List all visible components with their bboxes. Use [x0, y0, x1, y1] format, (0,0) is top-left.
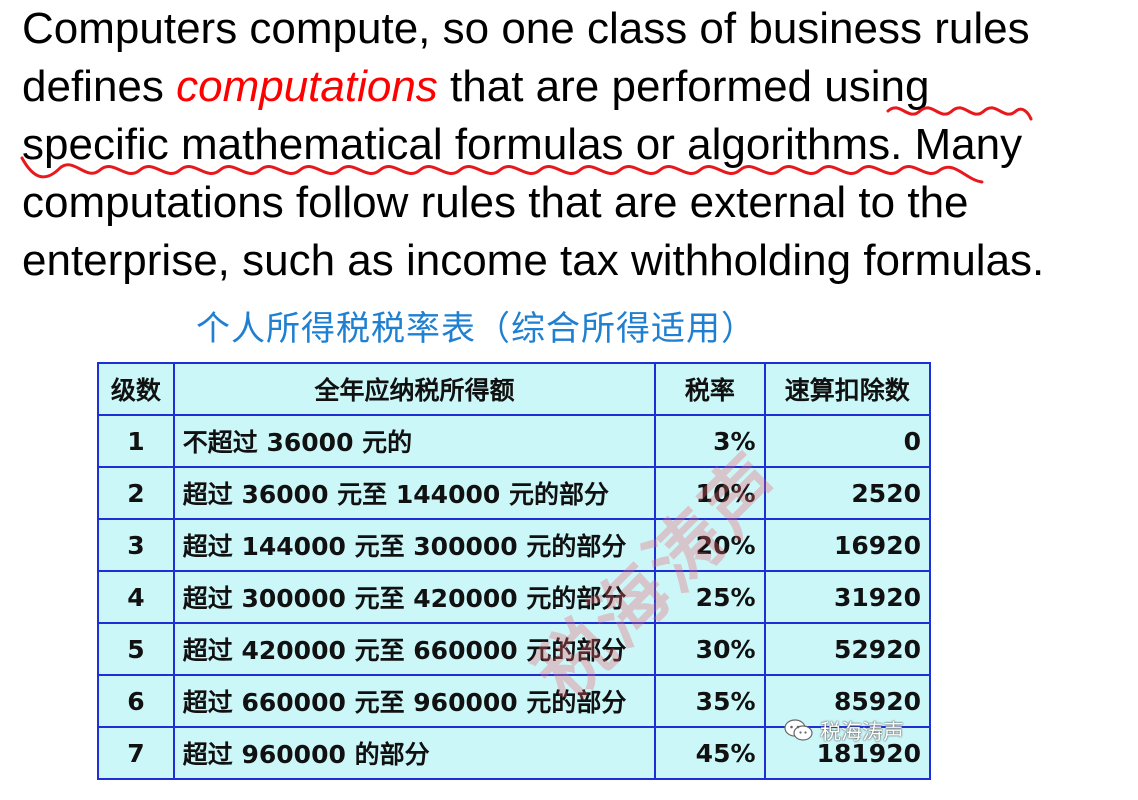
header-tax-rate: 税率	[654, 362, 766, 416]
cell-rate: 30%	[654, 622, 766, 676]
cell-level: 7	[97, 726, 175, 780]
cell-rate: 35%	[654, 674, 766, 728]
cell-level: 1	[97, 414, 175, 468]
cell-income-range: 超过 300000 元至 420000 元的部分	[172, 570, 657, 624]
cell-rate: 3%	[654, 414, 766, 468]
cell-rate: 45%	[654, 726, 766, 780]
table-row: 1 不超过 36000 元的 3% 0	[97, 414, 932, 468]
cell-income-range: 超过 36000 元至 144000 元的部分	[172, 466, 657, 520]
cell-deduction: 31920	[763, 570, 932, 624]
paragraph-line-3: specific mathematical formulas or algori…	[22, 120, 1023, 169]
cell-income-range: 超过 420000 元至 660000 元的部分	[172, 622, 657, 676]
cell-rate: 20%	[654, 518, 766, 572]
computations-emphasis: computations	[176, 62, 438, 111]
header-taxable-income: 全年应纳税所得额	[172, 362, 657, 416]
cell-deduction: 2520	[763, 466, 932, 520]
paragraph-line-2-end: that are performed using	[437, 62, 930, 111]
table-header-row: 级数 全年应纳税所得额 税率 速算扣除数	[97, 362, 932, 416]
cell-income-range: 超过 660000 元至 960000 元的部分	[172, 674, 657, 728]
header-quick-deduction: 速算扣除数	[763, 362, 932, 416]
paragraph-line-1: Computers compute, so one class of busin…	[22, 4, 1030, 53]
cell-rate: 25%	[654, 570, 766, 624]
table-row: 4 超过 300000 元至 420000 元的部分 25% 31920	[97, 570, 932, 624]
tax-table-title: 个人所得税税率表（综合所得适用）	[196, 309, 756, 349]
cell-rate: 10%	[654, 466, 766, 520]
table-row: 3 超过 144000 元至 300000 元的部分 20% 16920	[97, 518, 932, 572]
table-row: 6 超过 660000 元至 960000 元的部分 35% 85920	[97, 674, 932, 728]
cell-deduction: 0	[763, 414, 932, 468]
table-row: 5 超过 420000 元至 660000 元的部分 30% 52920	[97, 622, 932, 676]
cell-deduction: 52920	[763, 622, 932, 676]
cell-level: 3	[97, 518, 175, 572]
cell-deduction: 16920	[763, 518, 932, 572]
paragraph-line-2: defines computations that are performed …	[22, 58, 1138, 116]
header-level: 级数	[97, 362, 175, 416]
cell-income-range: 不超过 36000 元的	[172, 414, 657, 468]
cell-level: 2	[97, 466, 175, 520]
table-row: 7 超过 960000 的部分 45% 181920	[97, 726, 932, 780]
paragraph-line-5: enterprise, such as income tax withholdi…	[22, 236, 1045, 285]
cell-deduction: 85920	[763, 674, 932, 728]
cell-income-range: 超过 144000 元至 300000 元的部分	[172, 518, 657, 572]
cell-income-range: 超过 960000 的部分	[172, 726, 657, 780]
table-row: 2 超过 36000 元至 144000 元的部分 10% 2520	[97, 466, 932, 520]
cell-deduction: 181920	[763, 726, 932, 780]
body-paragraph: Computers compute, so one class of busin…	[22, 0, 1138, 290]
tax-rate-table: 级数 全年应纳税所得额 税率 速算扣除数 1 不超过 36000 元的 3% 0…	[97, 362, 932, 780]
cell-level: 5	[97, 622, 175, 676]
cell-level: 4	[97, 570, 175, 624]
paragraph-line-2-start: defines	[22, 62, 177, 111]
paragraph-line-4: computations follow rules that are exter…	[22, 178, 969, 227]
cell-level: 6	[97, 674, 175, 728]
